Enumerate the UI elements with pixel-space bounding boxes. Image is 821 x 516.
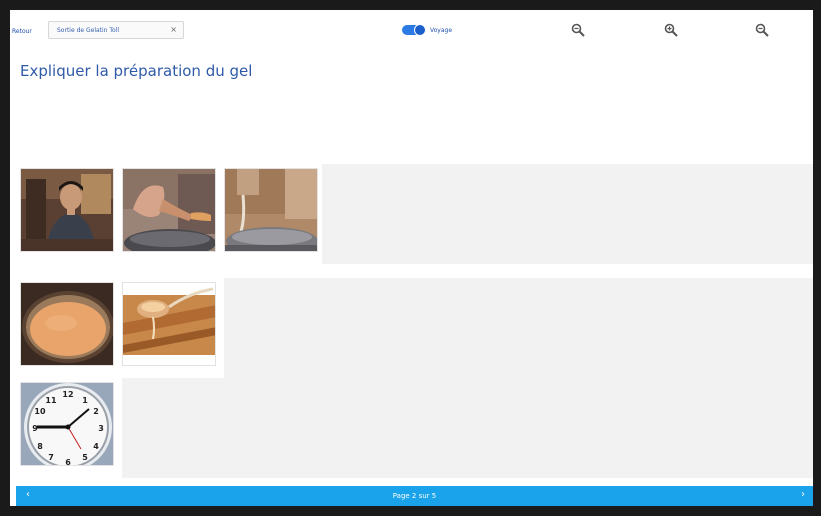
- activity-tab[interactable]: Sortie de Gelatin Toll ×: [48, 21, 184, 39]
- svg-text:3: 3: [98, 424, 104, 433]
- page-title: Expliquer la préparation du gel: [20, 62, 253, 80]
- pouring-liquid-photo[interactable]: [224, 168, 318, 252]
- svg-text:7: 7: [48, 453, 54, 462]
- ladle-pouring-photo[interactable]: [122, 282, 216, 366]
- mode-toggle-label: Voyage: [430, 27, 453, 34]
- svg-text:2: 2: [93, 407, 99, 416]
- close-icon[interactable]: ×: [170, 25, 177, 34]
- man-in-kitchen-photo[interactable]: [20, 168, 114, 252]
- top-toolbar: Retour Sortie de Gelatin Toll × Voyage: [10, 10, 813, 50]
- zoom-icon[interactable]: [570, 22, 586, 38]
- svg-text:11: 11: [45, 396, 57, 405]
- step-row-1: [20, 164, 813, 264]
- svg-text:12: 12: [62, 390, 73, 399]
- page-indicator: Page 2 sur 5: [392, 492, 437, 500]
- gel-in-pot-photo[interactable]: [20, 282, 114, 366]
- empty-step-slot: [322, 164, 813, 264]
- empty-step-slot: [224, 278, 813, 378]
- svg-text:4: 4: [93, 442, 99, 451]
- empty-step-slot: [122, 378, 813, 478]
- svg-text:5: 5: [82, 453, 88, 462]
- step-row-2: [20, 278, 813, 378]
- svg-text:8: 8: [37, 442, 43, 451]
- back-button[interactable]: Retour: [12, 28, 32, 35]
- next-page-button[interactable]: ›: [801, 489, 805, 500]
- mode-toggle[interactable]: [402, 24, 426, 36]
- activity-tab-label: Sortie de Gelatin Toll: [57, 27, 120, 34]
- zoom-in-icon[interactable]: [663, 22, 679, 38]
- svg-text:6: 6: [65, 458, 71, 466]
- svg-text:10: 10: [34, 407, 46, 416]
- hand-pouring-photo[interactable]: [122, 168, 216, 252]
- bottom-navigation: ‹ Page 2 sur 5 ›: [16, 486, 813, 506]
- wall-clock-photo[interactable]: 12 3 6 9 1 2 4 5 7 8 10 11: [20, 382, 114, 466]
- app-screen: Retour Sortie de Gelatin Toll × Voyage E…: [10, 10, 813, 506]
- zoom-out-icon[interactable]: [754, 22, 770, 38]
- toggle-knob: [414, 24, 426, 36]
- step-row-3: 12 3 6 9 1 2 4 5 7 8 10 11: [20, 378, 813, 478]
- svg-text:1: 1: [82, 396, 88, 405]
